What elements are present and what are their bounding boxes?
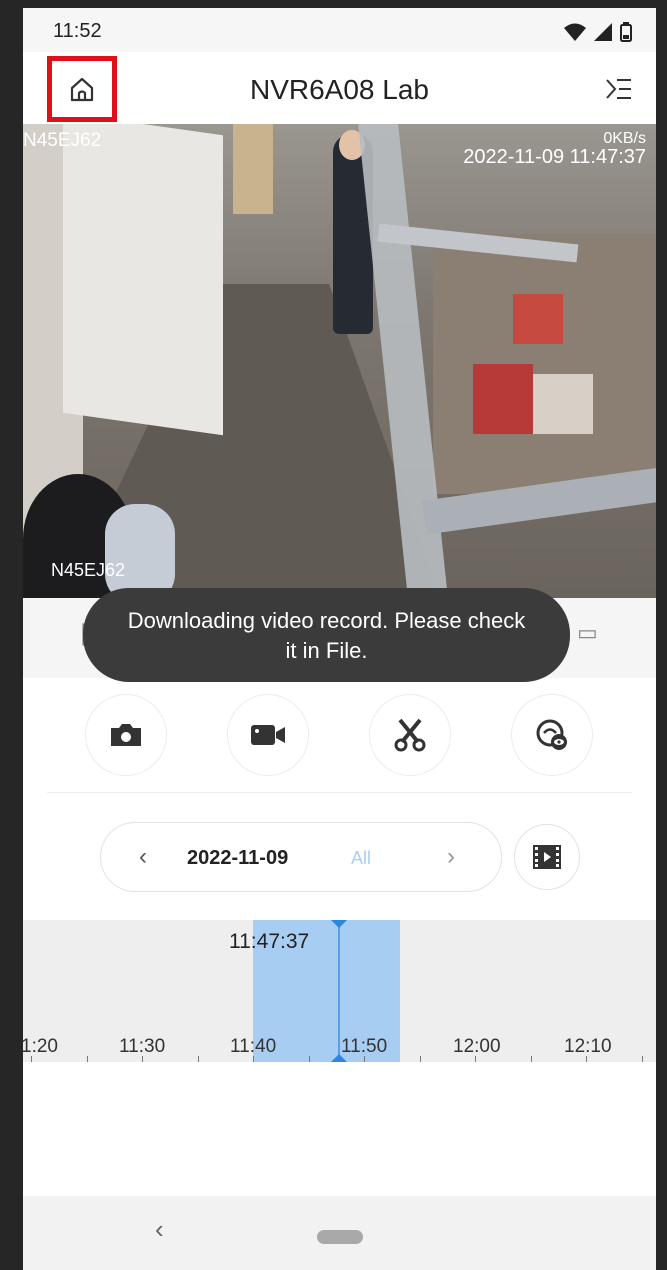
scissors-icon — [394, 718, 426, 752]
timeline-tick — [586, 1056, 587, 1062]
action-buttons — [23, 694, 656, 776]
record-button[interactable] — [227, 694, 309, 776]
timeline-tick — [87, 1056, 88, 1062]
timeline-tick — [142, 1056, 143, 1062]
timeline-tick-label: 12:00 — [453, 1036, 501, 1057]
timeline-tick — [475, 1056, 476, 1062]
timeline-tick-label: 11:30 — [119, 1036, 166, 1057]
toast-line-2: it in File. — [285, 638, 368, 663]
video-timestamp: 2022-11-09 11:47:37 — [463, 146, 646, 168]
signal-icon — [594, 23, 612, 41]
video-camera-icon — [251, 725, 285, 745]
system-nav-bar: ‹ — [23, 1196, 656, 1270]
timeline-tick-label: 11:50 — [341, 1036, 388, 1057]
recordings-list-button[interactable] — [514, 824, 580, 890]
back-button[interactable]: ‹ — [155, 1214, 164, 1245]
menu-icon — [606, 79, 631, 99]
status-bar: 11:52 — [23, 8, 656, 52]
timeline-tick-label: 1:20 — [23, 1036, 58, 1057]
video-player[interactable]: N45EJ62 0KB/s 2022-11-09 11:47:37 N45EJ6… — [23, 124, 656, 598]
home-gesture-pill[interactable] — [317, 1230, 363, 1244]
status-icons — [564, 22, 632, 42]
timeline-tick — [531, 1056, 532, 1062]
film-icon — [533, 845, 561, 869]
timeline[interactable]: 11:47:37 1:20 11:30 11:40 11:50 12:00 12… — [23, 920, 656, 1062]
camera-icon — [111, 724, 141, 746]
timeline-tick — [31, 1056, 32, 1062]
fullscreen-icon[interactable]: ▭ — [577, 620, 598, 646]
timeline-tick — [198, 1056, 199, 1062]
clip-button[interactable] — [369, 694, 451, 776]
snapshot-button[interactable] — [85, 694, 167, 776]
download-toast: Downloading video record. Please check i… — [83, 588, 570, 682]
date-selector: ‹ 2022-11-09 All › — [100, 822, 502, 892]
selected-date[interactable]: 2022-11-09 — [187, 847, 288, 870]
timeline-current-time: 11:47:37 — [229, 930, 310, 953]
previous-date-button[interactable]: ‹ — [139, 843, 147, 871]
timeline-tick — [253, 1056, 254, 1062]
timeline-cursor-top-marker — [331, 920, 347, 928]
eye-icon — [536, 719, 567, 750]
next-date-button[interactable]: › — [447, 843, 455, 871]
divider — [47, 792, 632, 793]
toast-line-1: Downloading video record. Please check — [127, 608, 526, 633]
battery-icon — [620, 22, 632, 42]
app-bar: NVR6A08 Lab — [23, 52, 656, 124]
timeline-tick — [420, 1056, 421, 1062]
timeline-tick-label: 12:10 — [564, 1036, 612, 1057]
status-time: 11:52 — [53, 20, 102, 42]
timeline-tick — [642, 1056, 643, 1062]
view-button[interactable] — [511, 694, 593, 776]
timeline-cursor[interactable] — [338, 920, 340, 1062]
phone-screen: 11:52 NVR6A08 Lab N45EJ62 0KB/s 2022-11-… — [23, 8, 656, 1270]
page-title: NVR6A08 Lab — [249, 74, 429, 105]
timeline-tick — [309, 1056, 310, 1062]
wifi-icon — [564, 23, 586, 41]
timeline-tick — [364, 1056, 365, 1062]
menu-button[interactable] — [602, 72, 636, 106]
filter-all[interactable]: All — [351, 848, 371, 869]
camera-label-top: N45EJ62 — [23, 130, 102, 151]
camera-label-bottom: N45EJ62 — [51, 560, 126, 580]
timeline-tick-label: 11:40 — [230, 1036, 277, 1057]
